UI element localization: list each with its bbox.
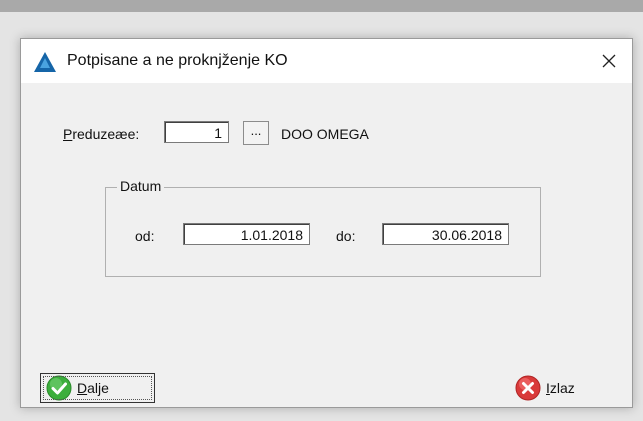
next-button-label: Dalje	[77, 380, 109, 396]
next-rest: alje	[87, 380, 109, 396]
x-circle-icon	[515, 375, 541, 401]
company-name: DOO OMEGA	[281, 126, 369, 142]
next-accel: D	[77, 380, 88, 396]
from-date-label: od:	[135, 228, 155, 244]
close-icon	[602, 54, 616, 68]
to-date-field[interactable]: 30.06.2018	[382, 223, 509, 245]
company-browse-button[interactable]: ...	[243, 121, 269, 145]
company-label: Preduzeæe:	[63, 126, 139, 142]
to-date-label: do:	[336, 228, 356, 244]
window-title: Potpisane a ne proknjženje KO	[67, 52, 288, 69]
next-button[interactable]: Dalje	[40, 373, 155, 403]
date-group-title: Datum	[117, 178, 165, 194]
exit-rest: zlaz	[549, 380, 575, 396]
dialog-body: Preduzeæe: 1 ... DOO OMEGA Datum od: 1.0…	[21, 83, 632, 407]
company-code-field[interactable]: 1	[164, 121, 229, 143]
dialog-window: Potpisane a ne proknjženje KO Preduzeæe:…	[20, 38, 633, 408]
exit-button-label: Izlaz	[546, 380, 575, 396]
exit-button[interactable]: Izlaz	[513, 373, 613, 403]
app-logo-icon	[34, 52, 56, 72]
date-group: Datum od: 1.01.2018 do: 30.06.2018	[105, 178, 541, 277]
company-label-accel: P	[63, 126, 73, 142]
company-label-rest: reduzeæe:	[72, 126, 140, 142]
check-circle-icon	[46, 375, 72, 401]
from-date-field[interactable]: 1.01.2018	[183, 223, 310, 245]
title-bar: Potpisane a ne proknjženje KO	[21, 39, 632, 83]
close-button[interactable]	[586, 39, 632, 83]
